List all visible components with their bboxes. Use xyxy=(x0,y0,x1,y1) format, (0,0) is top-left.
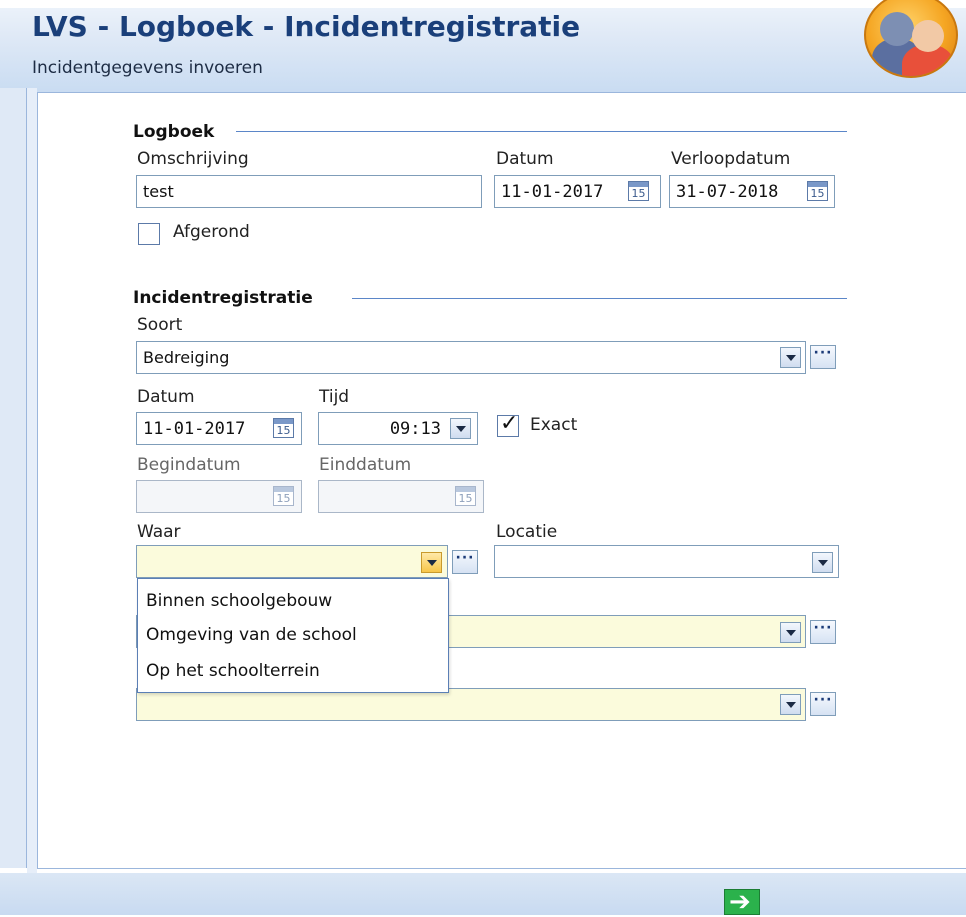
dropdown-option[interactable]: Binnen schoolgebouw xyxy=(146,591,332,611)
chevron-down-icon[interactable] xyxy=(780,694,801,715)
calendar-icon[interactable]: 15 xyxy=(455,486,476,506)
checkmark-icon: ✓ xyxy=(500,411,519,436)
omschrijving-input[interactable]: test xyxy=(136,175,482,208)
locatie-label: Locatie xyxy=(496,522,558,542)
footer-bar xyxy=(0,873,966,915)
chevron-down-icon[interactable] xyxy=(780,622,801,643)
left-side-panel xyxy=(0,88,27,868)
dropdown-option[interactable]: Op het schoolterrein xyxy=(146,661,320,681)
incidentregistratie-rule xyxy=(352,298,847,299)
chevron-down-icon[interactable] xyxy=(450,418,471,439)
waar-select[interactable] xyxy=(136,545,448,578)
exact-checkbox[interactable]: ✓ xyxy=(497,411,519,437)
more-button[interactable]: ··· xyxy=(810,345,836,369)
calendar-icon[interactable]: 15 xyxy=(273,486,294,506)
people-icon xyxy=(864,0,958,78)
verloopdatum-value: 31-07-2018 xyxy=(676,182,779,202)
soort-label: Soort xyxy=(137,315,183,335)
waar-dropdown-list: Binnen schoolgebouw Omgeving van de scho… xyxy=(137,578,449,693)
soort-select[interactable]: Bedreiging xyxy=(136,341,806,374)
verloopdatum-label: Verloopdatum xyxy=(671,149,791,169)
page-title: LVS - Logboek - Incidentregistratie xyxy=(32,10,581,43)
calendar-icon[interactable]: 15 xyxy=(273,418,294,438)
incident-datum-label: Datum xyxy=(137,387,195,407)
next-button[interactable]: ➔ xyxy=(724,887,760,917)
datum-value: 11-01-2017 xyxy=(501,182,604,202)
arrow-right-icon: ➔ xyxy=(729,887,751,917)
locatie-select[interactable] xyxy=(494,545,839,578)
begindatum-label: Begindatum xyxy=(137,455,241,475)
afgerond-label: Afgerond xyxy=(173,222,250,242)
logboek-legend: Logboek xyxy=(133,122,215,142)
waar-label: Waar xyxy=(137,522,181,542)
chevron-down-icon[interactable] xyxy=(421,552,442,573)
einddatum-label: Einddatum xyxy=(319,455,412,475)
page-subtitle: Incidentgegevens invoeren xyxy=(32,58,263,78)
more-button[interactable]: ··· xyxy=(810,692,836,716)
omschrijving-label: Omschrijving xyxy=(137,149,249,169)
datum-label: Datum xyxy=(496,149,554,169)
chevron-down-icon[interactable] xyxy=(812,552,833,573)
tijd-label: Tijd xyxy=(319,387,350,407)
logboek-rule xyxy=(236,131,847,132)
header-top-strip xyxy=(0,0,966,8)
tijd-value: 09:13 xyxy=(389,419,441,439)
soort-value: Bedreiging xyxy=(143,348,230,367)
afgerond-checkbox[interactable] xyxy=(138,223,160,245)
calendar-icon[interactable]: 15 xyxy=(628,181,649,201)
more-button[interactable]: ··· xyxy=(810,620,836,644)
panel-gutter xyxy=(27,88,37,873)
incident-datum-value: 11-01-2017 xyxy=(143,419,246,439)
calendar-icon[interactable]: 15 xyxy=(807,181,828,201)
exact-label: Exact xyxy=(530,415,578,435)
dropdown-option[interactable]: Omgeving van de school xyxy=(146,625,357,645)
incidentregistratie-legend: Incidentregistratie xyxy=(133,288,313,308)
chevron-down-icon[interactable] xyxy=(780,347,801,368)
more-button[interactable]: ··· xyxy=(452,550,478,574)
